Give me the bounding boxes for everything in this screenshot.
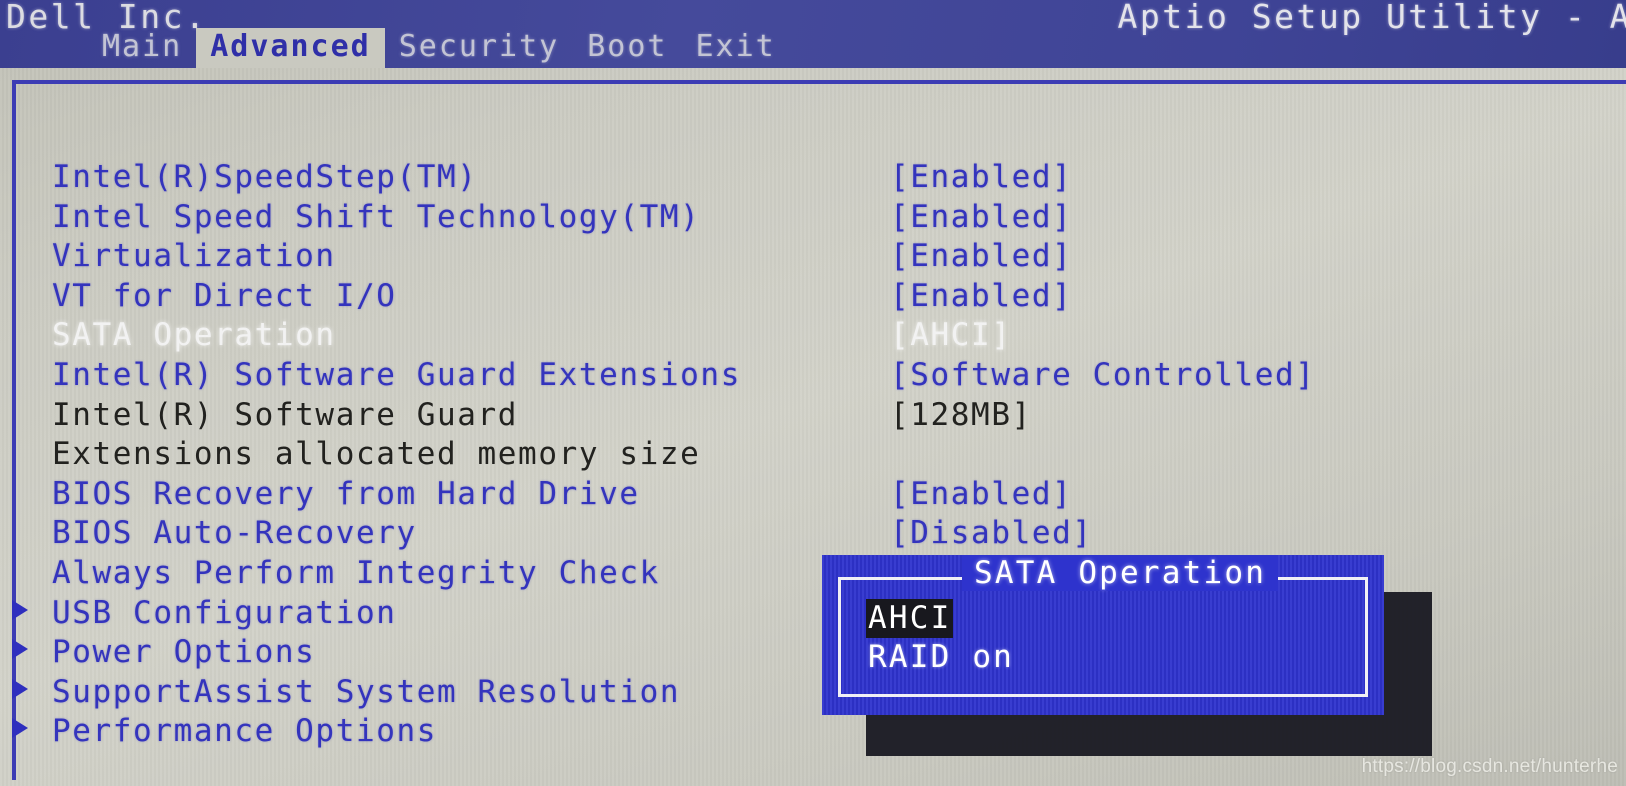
setting-row-speed-shift[interactable]: Intel Speed Shift Technology(TM) [Enable… bbox=[0, 198, 1626, 238]
tab-exit[interactable]: Exit bbox=[682, 28, 790, 68]
setting-row-bios-recovery-hdd[interactable]: BIOS Recovery from Hard Drive [Enabled] bbox=[0, 475, 1626, 515]
setting-label: SATA Operation bbox=[52, 317, 336, 354]
tab-boot[interactable]: Boot bbox=[573, 28, 681, 68]
submenu-arrow-icon bbox=[12, 599, 28, 620]
dialog-option-list: AHCI RAID on bbox=[866, 599, 1016, 677]
tab-security[interactable]: Security bbox=[385, 28, 574, 68]
submenu-arrow-icon bbox=[12, 678, 28, 699]
setting-value[interactable]: [Enabled] bbox=[890, 277, 1072, 315]
utility-title: Aptio Setup Utility - A bbox=[1117, 0, 1626, 36]
dialog-title: SATA Operation bbox=[962, 555, 1279, 591]
setting-label: Intel(R)SpeedStep(TM) bbox=[52, 159, 478, 195]
setup-body: Intel(R)SpeedStep(TM) [Enabled] Intel Sp… bbox=[0, 68, 1626, 786]
submenu-arrow-icon bbox=[12, 718, 28, 739]
dialog-option-ahci[interactable]: AHCI bbox=[866, 599, 954, 638]
setting-label: BIOS Recovery from Hard Drive bbox=[52, 475, 640, 512]
tab-advanced[interactable]: Advanced bbox=[196, 28, 385, 68]
setting-label: Intel(R) Software Guard bbox=[52, 396, 519, 433]
setting-label: USB Configuration bbox=[52, 594, 397, 631]
setting-row-virtualization[interactable]: Virtualization [Enabled] bbox=[0, 237, 1626, 277]
sata-operation-dialog[interactable]: SATA Operation AHCI RAID on bbox=[822, 555, 1384, 715]
setting-value[interactable]: [Enabled] bbox=[890, 158, 1072, 196]
setting-value[interactable]: [Software Controlled] bbox=[890, 356, 1316, 394]
setting-label: VT for Direct I/O bbox=[52, 277, 397, 314]
setting-value[interactable]: [Disabled] bbox=[890, 514, 1093, 552]
bios-setup-screen: Dell Inc. Aptio Setup Utility - A Main A… bbox=[0, 0, 1626, 786]
setting-value: [128MB] bbox=[890, 396, 1032, 433]
setting-label: Intel(R) Software Guard Extensions bbox=[52, 356, 741, 393]
setting-value[interactable]: [Enabled] bbox=[890, 475, 1072, 513]
setting-label: SupportAssist System Resolution bbox=[52, 673, 681, 710]
setting-value[interactable]: [Enabled] bbox=[890, 237, 1072, 275]
setting-row-sgx-memory-cont: Extensions allocated memory size bbox=[0, 435, 1626, 475]
setting-label: Power Options bbox=[52, 634, 316, 671]
setting-label: Virtualization bbox=[52, 238, 336, 275]
setting-label: Performance Options bbox=[52, 713, 438, 750]
setting-label: BIOS Auto-Recovery bbox=[52, 515, 417, 552]
setting-label: Intel Speed Shift Technology(TM) bbox=[52, 198, 701, 235]
blog-watermark: https://blog.csdn.net/hunterhe bbox=[1361, 756, 1618, 777]
setting-label: Extensions allocated memory size bbox=[52, 436, 701, 473]
dialog-option-raid-on[interactable]: RAID on bbox=[866, 638, 1016, 677]
setting-label: Always Perform Integrity Check bbox=[52, 554, 660, 591]
submenu-arrow-icon bbox=[12, 639, 28, 660]
setting-row-sgx[interactable]: Intel(R) Software Guard Extensions [Soft… bbox=[0, 356, 1626, 396]
setting-row-speedstep[interactable]: Intel(R)SpeedStep(TM) [Enabled] bbox=[0, 158, 1626, 198]
setting-row-sata-operation[interactable]: SATA Operation [AHCI] bbox=[0, 316, 1626, 356]
setting-row-vt-direct-io[interactable]: VT for Direct I/O [Enabled] bbox=[0, 277, 1626, 317]
setting-row-sgx-memory: Intel(R) Software Guard [128MB] bbox=[0, 396, 1626, 436]
setting-row-bios-auto-recovery[interactable]: BIOS Auto-Recovery [Disabled] bbox=[0, 514, 1626, 554]
menu-tab-bar: Main Advanced Security Boot Exit bbox=[0, 27, 790, 68]
tab-main[interactable]: Main bbox=[88, 28, 196, 68]
setting-value[interactable]: [Enabled] bbox=[890, 198, 1072, 236]
setting-value[interactable]: [AHCI] bbox=[890, 316, 1012, 354]
